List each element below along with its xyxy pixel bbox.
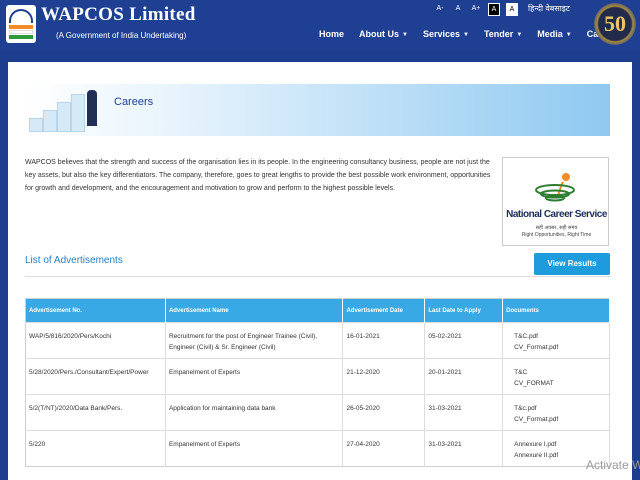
ad-last-date: 31-03-2021 — [424, 394, 504, 431]
table-row: 5/220 Empanelment of Experts 27-04-2020 … — [25, 430, 610, 467]
document-link[interactable]: T&C.pdf — [506, 331, 606, 342]
ncs-tagline-hindi: सही अवसर, सही समय — [535, 225, 578, 231]
activate-windows-watermark: Activate W — [586, 458, 640, 472]
ncs-tagline-english: Right Opportunities, Right Time — [521, 232, 592, 238]
ad-number: WAP/5/816/2020/Pers/Kochi — [25, 322, 166, 359]
brand-name[interactable]: WAPCOS Limited — [41, 4, 196, 26]
dark-contrast-button[interactable]: A — [488, 2, 500, 16]
table-row: 5/28/2020/Pers./Consultant/Expert/Power … — [25, 358, 610, 395]
nav-item-services[interactable]: Services ▼ — [423, 29, 469, 39]
accessibility-toolbar: A- A A+ A A हिन्दी वेबसाइट — [434, 2, 570, 16]
ad-number: 5/220 — [25, 430, 166, 467]
light-contrast-button[interactable]: A — [506, 2, 518, 16]
ad-documents: T&c.pdf CV_Format.pdf — [502, 394, 610, 431]
nav-item-home[interactable]: Home — [319, 29, 344, 39]
document-link[interactable]: CV_Format.pdf — [506, 414, 606, 425]
document-link[interactable]: CV_FORMAT — [506, 378, 606, 389]
ad-last-date: 05-02-2021 — [424, 322, 504, 359]
section-divider — [25, 276, 610, 277]
careers-banner: Careers — [25, 84, 610, 136]
ad-number: 5/2(T/NT)/2020/Data Bank/Pers. — [25, 394, 166, 431]
ad-name: Empanelment of Experts — [165, 358, 344, 395]
hindi-website-link[interactable]: हिन्दी वेबसाइट — [528, 2, 570, 16]
wapcos-logo[interactable] — [6, 5, 36, 43]
table-row: 5/2(T/NT)/2020/Data Bank/Pers. Applicati… — [25, 394, 610, 431]
ad-last-date: 20-01-2021 — [424, 358, 504, 395]
font-decrease-button[interactable]: A- — [434, 2, 446, 16]
column-header: Advertisement Name — [165, 298, 344, 323]
ad-date: 26-05-2020 — [342, 394, 426, 431]
ad-date: 27-04-2020 — [342, 430, 426, 467]
column-header: Documents — [502, 298, 610, 323]
ad-date: 16-01-2021 — [342, 322, 426, 359]
ad-documents: T&C.pdf CV_Format.pdf — [502, 322, 610, 359]
brand-tagline: (A Government of India Undertaking) — [56, 31, 187, 40]
document-link[interactable]: T&C — [506, 367, 606, 378]
ad-number: 5/28/2020/Pers./Consultant/Expert/Power — [25, 358, 166, 395]
view-results-button[interactable]: View Results — [534, 253, 610, 275]
national-career-service-logo[interactable]: National Career Service सही अवसर, सही सम… — [502, 157, 609, 246]
document-link[interactable]: T&c.pdf — [506, 403, 606, 414]
font-increase-button[interactable]: A+ — [470, 2, 482, 16]
nav-item-about-us[interactable]: About Us ▼ — [359, 29, 408, 39]
column-header: Advertisement No. — [25, 298, 166, 323]
font-normal-button[interactable]: A — [452, 2, 464, 16]
content-panel: Careers WAPCOS believes that the strengt… — [8, 62, 632, 480]
careers-intro-text: WAPCOS believes that the strength and su… — [25, 159, 491, 192]
anniversary-badge: 50 — [594, 3, 636, 45]
nav-item-tender[interactable]: Tender ▼ — [484, 29, 522, 39]
ncs-swoosh-icon — [535, 173, 575, 202]
chevron-down-icon: ▼ — [516, 32, 523, 38]
site-header: WAPCOS Limited (A Government of India Un… — [0, 0, 640, 50]
table-header-row: Advertisement No. Advertisement Name Adv… — [25, 298, 610, 323]
ad-name: Recruitment for the post of Engineer Tra… — [165, 322, 344, 359]
page-title: Careers — [114, 96, 154, 108]
ncs-title: National Career Service — [506, 209, 607, 220]
chevron-down-icon: ▼ — [565, 32, 572, 38]
nav-item-media[interactable]: Media ▼ — [537, 29, 571, 39]
ad-name: Application for maintaining data bank — [165, 394, 344, 431]
column-header: Last Date to Apply — [424, 298, 504, 323]
advertisements-table: Advertisement No. Advertisement Name Adv… — [25, 298, 610, 467]
ad-last-date: 31-03-2021 — [424, 430, 504, 467]
stairs-illustration-icon — [25, 84, 105, 136]
chevron-down-icon: ▼ — [402, 32, 408, 38]
ad-documents: T&C CV_FORMAT — [502, 358, 610, 395]
document-link[interactable]: Annexure I.pdf — [506, 439, 606, 450]
ad-date: 21-12-2020 — [342, 358, 426, 395]
document-link[interactable]: CV_Format.pdf — [506, 342, 606, 353]
table-row: WAP/5/816/2020/Pers/Kochi Recruitment fo… — [25, 322, 610, 359]
ad-name: Empanelment of Experts — [165, 430, 344, 467]
section-title: List of Advertisements — [25, 255, 123, 266]
chevron-down-icon: ▼ — [463, 32, 469, 38]
main-nav: Home About Us ▼ Services ▼ Tender ▼ Media ▼ … — [319, 29, 630, 39]
column-header: Advertisement Date — [342, 298, 426, 323]
